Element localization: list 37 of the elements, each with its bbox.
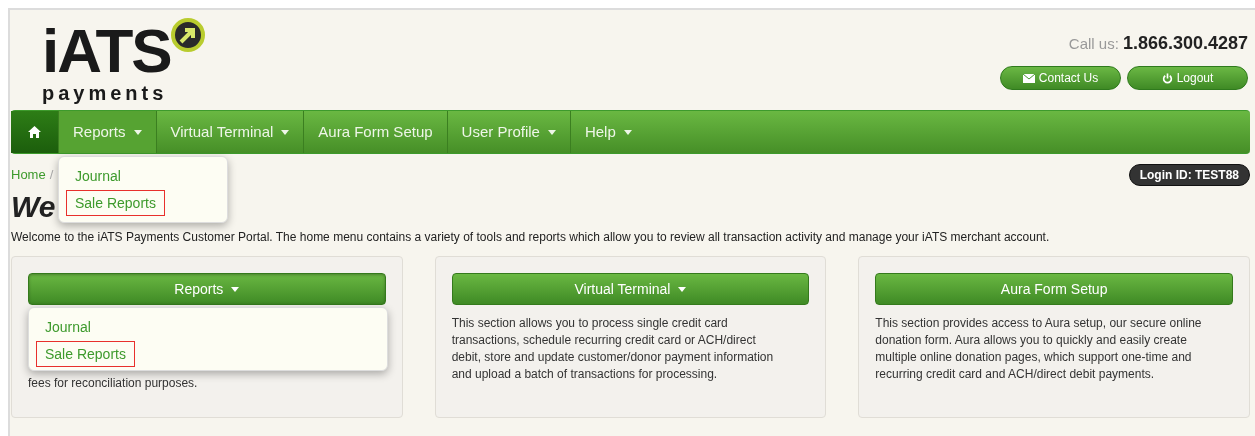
- breadcrumb-link[interactable]: Home: [11, 165, 46, 185]
- intro-text: Welcome to the iATS Payments Customer Portal. The home menu contains a variety of tools and reports which allow you to review all transaction activity and manage your iATS merchant account.: [11, 229, 1051, 246]
- home-button[interactable]: [11, 111, 58, 153]
- section-description: fees for reconciliation purposes.: [28, 375, 199, 392]
- caret-icon: [133, 129, 142, 135]
- caret-icon: [281, 129, 290, 135]
- section-button[interactable]: Reports: [28, 273, 386, 305]
- power-icon: [1161, 72, 1173, 84]
- welcome-heading: We: [11, 190, 56, 224]
- menu-item[interactable]: Journal: [67, 164, 129, 188]
- nav-item[interactable]: Aura Form Setup: [303, 111, 447, 153]
- login-badge: Login ID: TEST88: [1128, 164, 1250, 186]
- caret-icon: [231, 287, 240, 293]
- logo-tagline: payments: [42, 82, 169, 104]
- nav-item[interactable]: Virtual Terminal: [155, 111, 304, 153]
- section-button[interactable]: Aura Form Setup: [875, 273, 1233, 305]
- section-button[interactable]: Virtual Terminal: [451, 273, 810, 305]
- contact-button[interactable]: Contact Us: [1000, 66, 1121, 90]
- breadcrumb-separator: /: [49, 166, 54, 185]
- section-description: This section provides access to Aura setup, our secure online donation form. Aura allows you to quickly and easily create multiple online donation pages, which support one-time and recurring credit card and ACH/direct debit payments.: [875, 315, 1203, 383]
- menu-item[interactable]: Sale Reports: [37, 342, 134, 366]
- logout-button[interactable]: Logout: [1127, 66, 1248, 90]
- caret-icon: [547, 129, 556, 135]
- caret-icon: [623, 129, 632, 135]
- call-label: Call us:: [1068, 34, 1119, 54]
- menu-item[interactable]: Sale Reports: [67, 191, 164, 215]
- envelope-icon: [1022, 73, 1035, 83]
- phone-number: 1.866.300.4287: [1122, 32, 1248, 55]
- arrow-circle-icon: [170, 18, 205, 52]
- nav-item[interactable]: Help: [569, 111, 646, 153]
- caret-icon: [678, 287, 687, 293]
- section-description: This section allows you to process single credit card transactions, schedule recurring credit card or ACH/direct debit, store and update customer/donor payment information and upload a batch of transactions for processing.: [451, 315, 775, 383]
- home-icon: [28, 126, 41, 138]
- logo-wordmark: iATS: [42, 22, 171, 80]
- menu-item[interactable]: Journal: [37, 315, 99, 339]
- nav-item[interactable]: Reports: [58, 111, 156, 153]
- nav-item[interactable]: User Profile: [446, 111, 570, 153]
